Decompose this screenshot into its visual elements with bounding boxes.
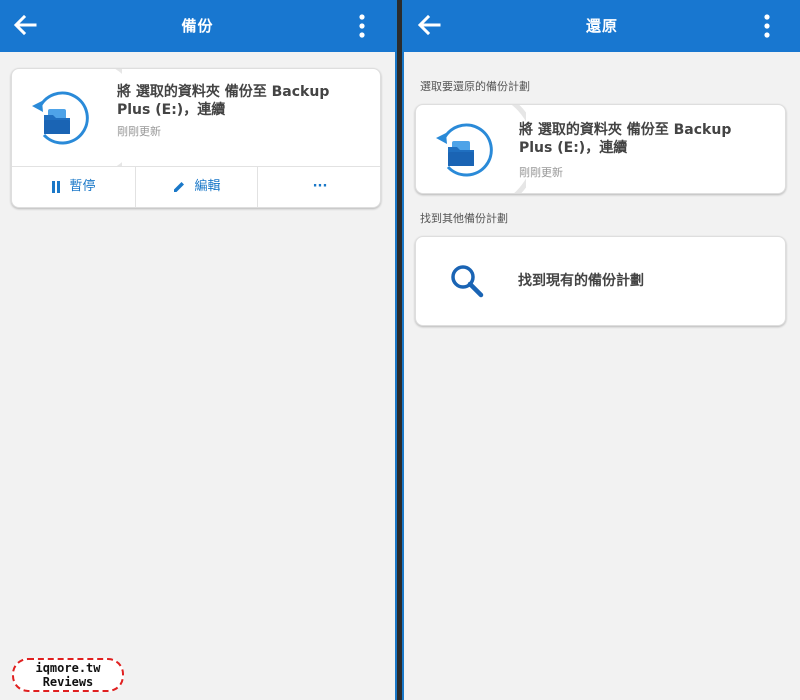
section-label-select-plan: 選取要還原的備份計劃 xyxy=(420,80,530,93)
more-menu-icon[interactable] xyxy=(349,13,375,39)
backup-plan-card[interactable]: 將 選取的資料夾 備份至 Backup Plus (E:)，連續 剛剛更新 暫停… xyxy=(11,68,381,208)
page-title: 備份 xyxy=(181,17,214,35)
watermark-line-2: Reviews xyxy=(42,675,94,689)
watermark-line-1: iqmore.tw xyxy=(35,661,101,675)
app-bar: 還原 xyxy=(404,0,800,52)
app-bar: 備份 xyxy=(0,0,395,52)
section-label-other-plans: 找到其他備份計劃 xyxy=(420,212,508,225)
pause-label: 暫停 xyxy=(69,179,96,194)
page-title: 還原 xyxy=(585,17,618,35)
plan-actions: 暫停 編輯 ··· xyxy=(12,166,380,207)
backup-restore-icon xyxy=(436,123,493,177)
pause-icon xyxy=(52,180,61,193)
edit-button[interactable]: 編輯 xyxy=(136,167,257,207)
plan-status: 剛剛更新 xyxy=(117,125,161,138)
watermark-logo: iqmore.tw Reviews xyxy=(12,658,124,692)
backup-panel: 備份 將 選取的資料夾 備份至 Backup Plus (E:)，連續 剛剛更新… xyxy=(0,0,397,700)
more-options-label: ··· xyxy=(312,179,328,194)
restore-panel: 還原 選取要還原的備份計劃 將 選取的資料夾 備份至 Backup Plus (… xyxy=(402,0,800,700)
edit-label: 編輯 xyxy=(194,179,221,194)
plan-name: 將 選取的資料夾 備份至 Backup Plus (E:)，連續 xyxy=(519,122,732,156)
pencil-icon xyxy=(174,181,185,192)
backup-restore-icon xyxy=(32,91,89,145)
find-existing-plan-button[interactable]: 找到現有的備份計劃 xyxy=(415,236,786,326)
restore-plan-card[interactable]: 將 選取的資料夾 備份至 Backup Plus (E:)，連續 剛剛更新 xyxy=(415,104,786,194)
more-menu-icon[interactable] xyxy=(754,13,780,39)
more-options-button[interactable]: ··· xyxy=(258,167,380,207)
plan-status: 剛剛更新 xyxy=(519,166,563,179)
pause-button[interactable]: 暫停 xyxy=(12,167,135,207)
plan-name: 將 選取的資料夾 備份至 Backup Plus (E:)，連續 xyxy=(117,84,330,118)
find-existing-plan-label: 找到現有的備份計劃 xyxy=(518,273,644,289)
search-icon xyxy=(451,265,484,298)
